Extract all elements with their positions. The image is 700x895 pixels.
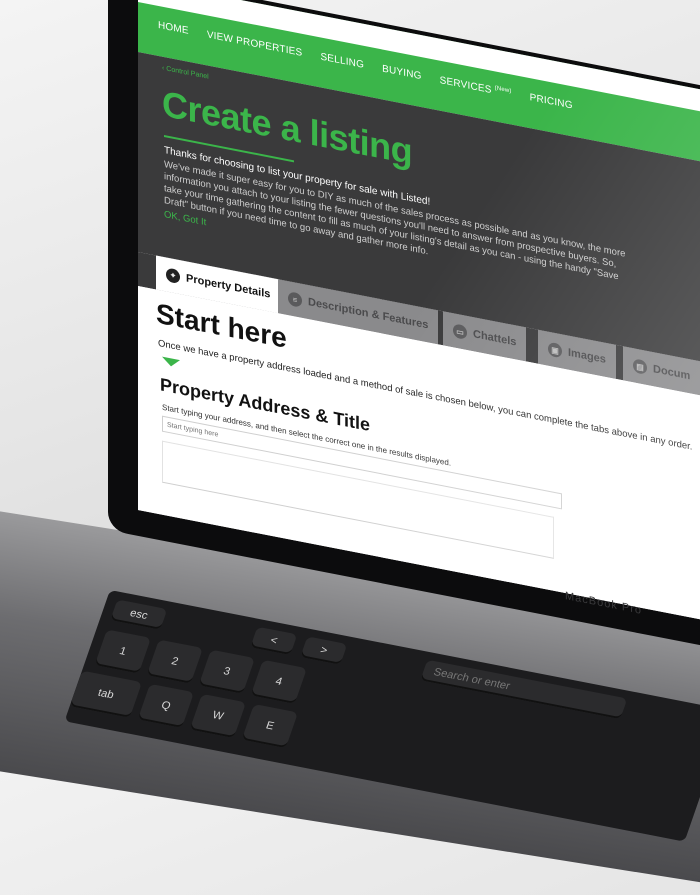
location-pin-icon: ⌖ [166, 267, 180, 285]
tab-label: Property Details [186, 272, 271, 301]
tab-label: Chattels [473, 328, 517, 349]
key-3[interactable]: 3 [198, 649, 256, 694]
list-icon: ≡ [288, 291, 302, 308]
nav-buying[interactable]: BUYING [382, 63, 422, 82]
tab-label: Images [568, 346, 606, 366]
key-w[interactable]: W [189, 693, 247, 739]
laptop-scene: esc < > 1 2 3 4 tab Q W E Search or ente… [0, 0, 700, 895]
down-arrow-icon [162, 356, 180, 369]
key-tab[interactable]: tab [69, 670, 143, 718]
nav-view-properties[interactable]: VIEW PROPERTIES [207, 29, 303, 59]
nav-services-badge: (New) [494, 85, 512, 95]
nav-services[interactable]: SERVICES (New) [440, 75, 512, 100]
breadcrumb-control-panel[interactable]: ‹ Control Panel [162, 65, 209, 81]
key-q[interactable]: Q [137, 683, 195, 728]
key-4[interactable]: 4 [250, 659, 308, 704]
key-forward[interactable]: > [300, 636, 348, 665]
key-back[interactable]: < [250, 626, 298, 656]
document-icon: ▤ [633, 358, 647, 375]
tab-label: Docum [653, 363, 691, 383]
key-e[interactable]: E [241, 704, 299, 749]
key-1[interactable]: 1 [94, 629, 152, 674]
nav-services-label: SERVICES [439, 74, 492, 97]
sofa-icon: ▭ [453, 323, 467, 340]
nav-selling[interactable]: SELLING [320, 51, 364, 71]
key-2[interactable]: 2 [146, 639, 204, 684]
nav-pricing[interactable]: PRICING [530, 92, 573, 112]
key-esc[interactable]: esc [110, 599, 168, 630]
image-icon: ▣ [548, 341, 562, 359]
nav-home[interactable]: HOME [158, 20, 189, 37]
